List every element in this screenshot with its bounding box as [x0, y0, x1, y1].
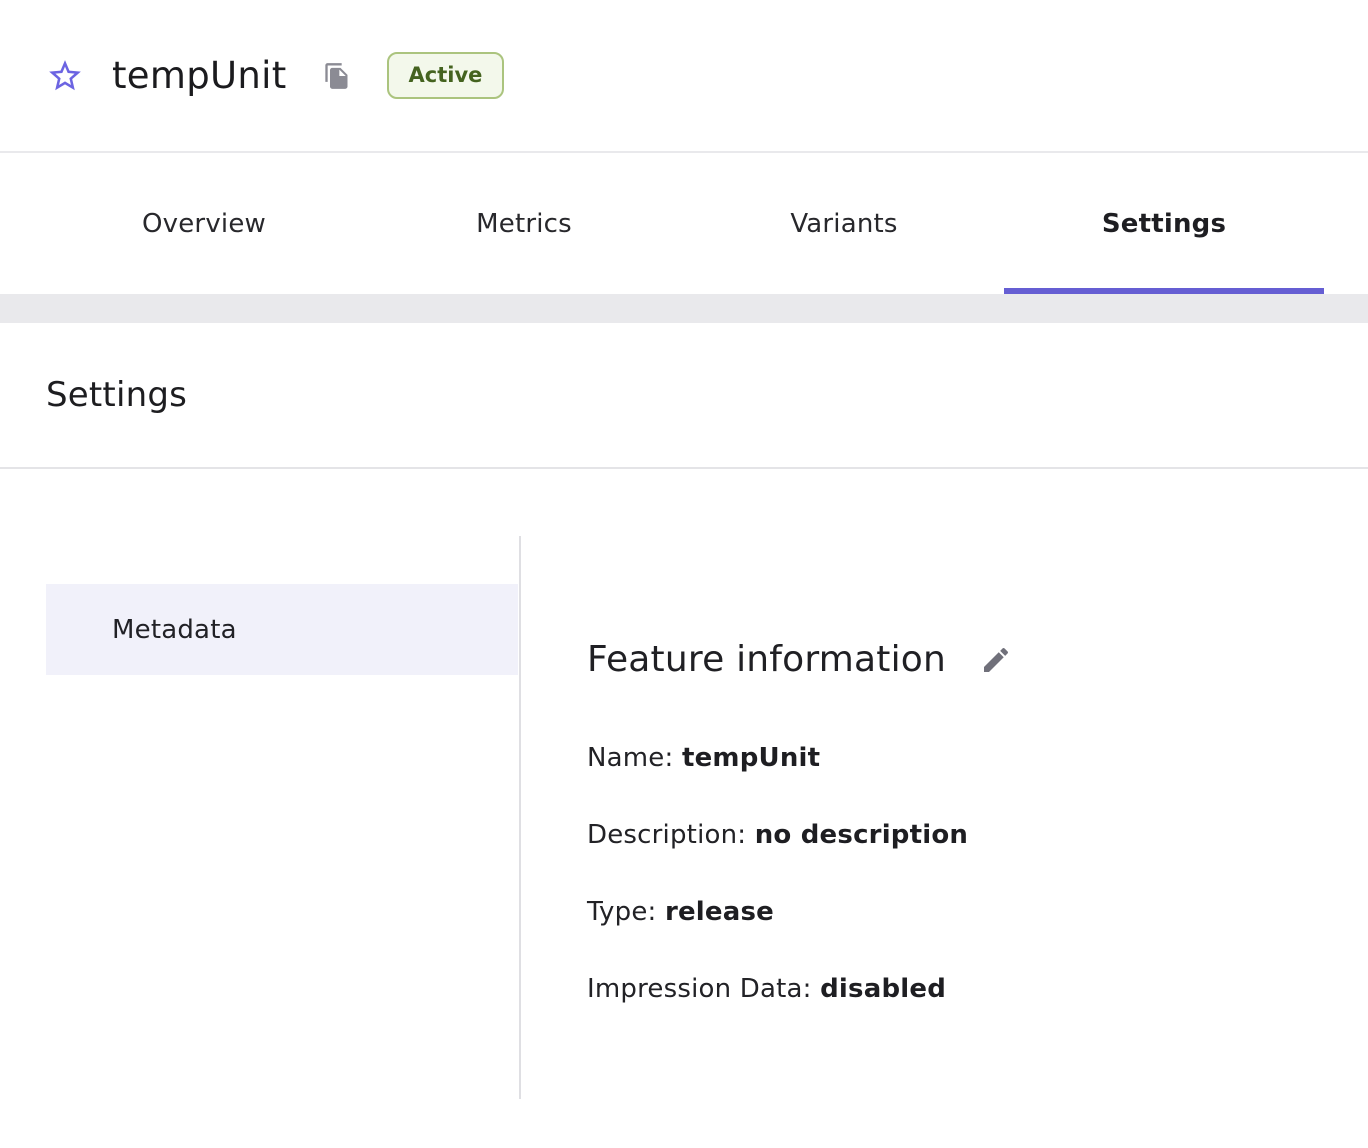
- settings-side-nav: Metadata: [0, 469, 519, 675]
- tab-settings[interactable]: Settings: [1004, 153, 1324, 294]
- field-description-label: Description:: [587, 820, 746, 850]
- sidebar-item-metadata[interactable]: Metadata: [46, 584, 518, 675]
- field-impression-data-value: disabled: [820, 974, 946, 1004]
- field-type-value: release: [665, 897, 774, 927]
- sidebar-item-label: Metadata: [112, 615, 237, 645]
- active-tab-indicator: [1004, 288, 1324, 294]
- feature-header: tempUnit Active: [0, 0, 1368, 153]
- page-heading-section: Settings: [0, 323, 1368, 469]
- copy-name-button[interactable]: [323, 62, 351, 90]
- field-type: Type: release: [587, 896, 1328, 928]
- field-impression-data-label: Impression Data:: [587, 974, 812, 1004]
- section-heading-row: Feature information: [587, 639, 1328, 680]
- feature-fields: Name: tempUnit Description: no descripti…: [587, 742, 1328, 1005]
- edit-feature-button[interactable]: [980, 644, 1012, 676]
- field-name-label: Name:: [587, 743, 673, 773]
- tab-settings-label: Settings: [1102, 209, 1226, 239]
- feature-tabs: Overview Metrics Variants Settings: [44, 153, 1324, 294]
- tab-overview[interactable]: Overview: [44, 153, 364, 294]
- feature-title: tempUnit: [112, 54, 287, 97]
- field-description: Description: no description: [587, 819, 1328, 851]
- settings-content: Metadata Feature information Name: tempU…: [0, 469, 1368, 1147]
- tab-metrics[interactable]: Metrics: [364, 153, 684, 294]
- tab-variants[interactable]: Variants: [684, 153, 1004, 294]
- status-badge: Active: [387, 52, 505, 99]
- field-type-label: Type:: [587, 897, 656, 927]
- field-name-value: tempUnit: [682, 743, 820, 773]
- section-separator-strip: [0, 294, 1368, 323]
- section-title: Feature information: [587, 639, 946, 680]
- page-title: Settings: [46, 375, 187, 415]
- field-impression-data: Impression Data: disabled: [587, 973, 1328, 1005]
- field-description-value: no description: [755, 820, 968, 850]
- pencil-icon: [980, 644, 1012, 676]
- metadata-panel: Feature information Name: tempUnit Descr…: [587, 469, 1328, 1050]
- file-copy-icon: [323, 62, 351, 90]
- favorite-button[interactable]: [46, 57, 84, 95]
- star-outline-icon: [46, 57, 84, 95]
- field-name: Name: tempUnit: [587, 742, 1328, 774]
- vertical-divider: [519, 536, 521, 1099]
